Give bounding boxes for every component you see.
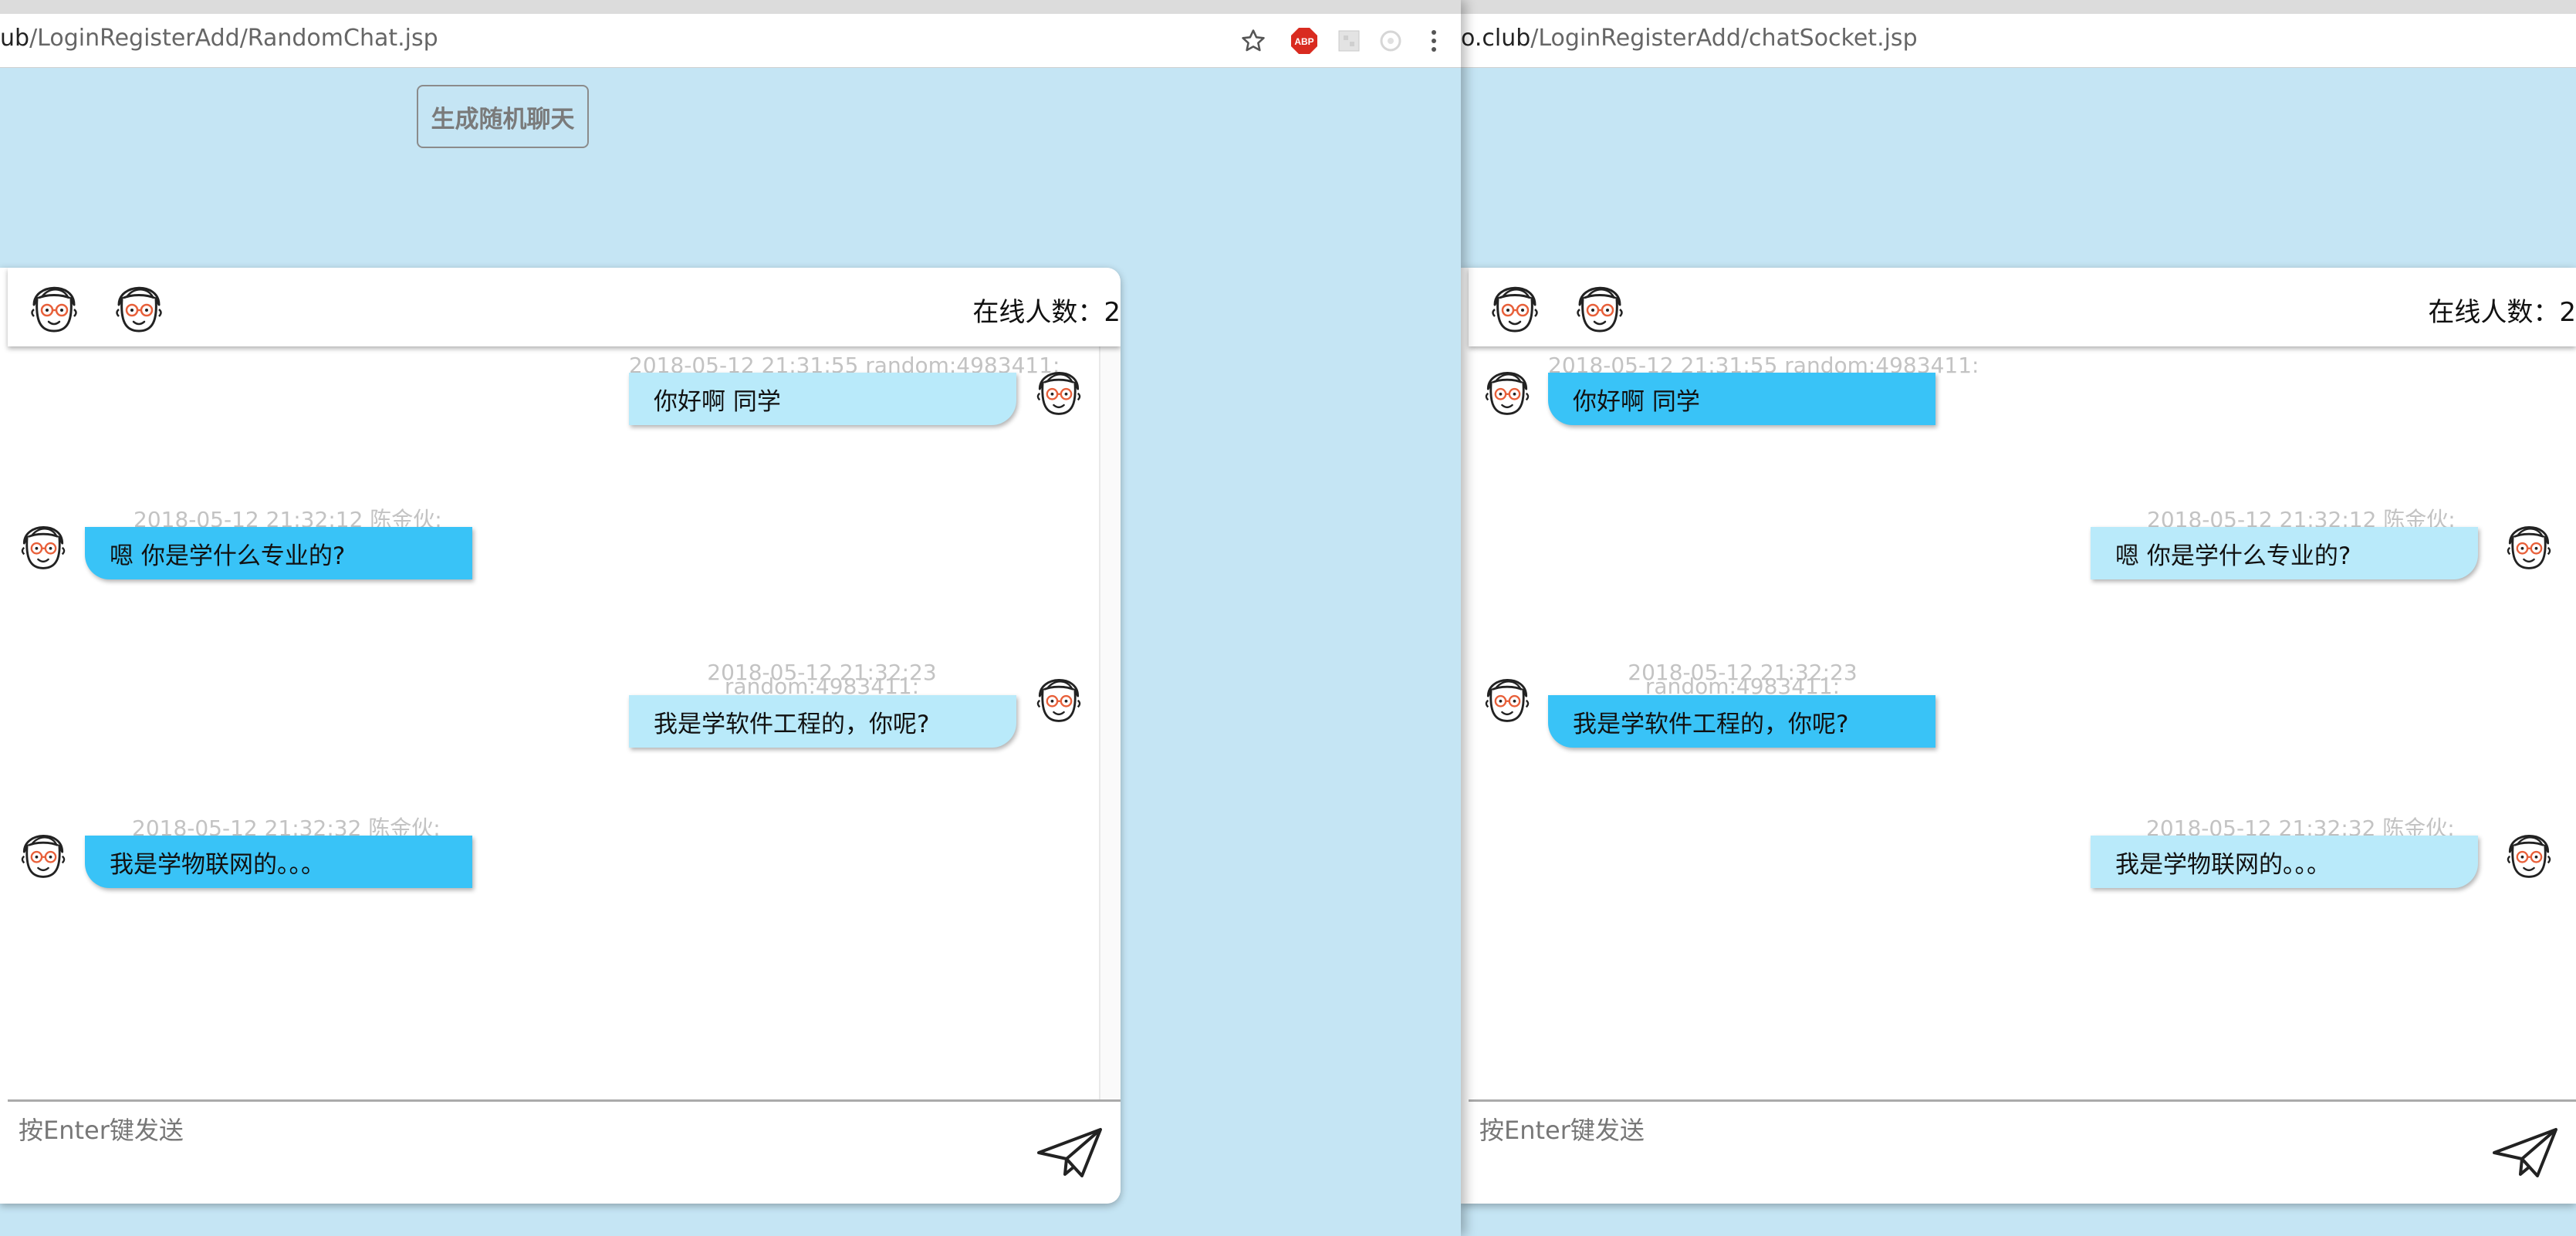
tab-strip — [1461, 0, 2576, 14]
online-count: 在线人数：2 — [972, 297, 1121, 328]
message-meta: 2018-05-12 21:32:32 陈金伙: — [132, 816, 441, 841]
browser-window-random-chat: ub/LoginRegisterAdd/RandomChat.jsp ABP 生… — [0, 0, 1461, 1236]
message-list: 2018-05-12 21:31:55 random:4983411: 你好啊 … — [1469, 346, 2576, 1099]
message-input[interactable] — [19, 1111, 867, 1150]
browser-window-chat-socket: o.club/LoginRegisterAdd/chatSocket.jsp 在… — [1461, 0, 2576, 1236]
message-bubble: 你好啊 同学 — [1548, 373, 1935, 425]
generate-random-chat-button[interactable]: 生成随机聊天 — [417, 85, 589, 148]
message-bubble: 我是学物联网的。。。 — [2091, 836, 2478, 888]
message-bubble: 嗯 你是学什么专业的? — [2091, 527, 2478, 579]
extension-icon-2[interactable] — [1374, 25, 1408, 56]
adblock-icon[interactable]: ABP — [1287, 25, 1321, 56]
avatar-face-icon — [14, 822, 73, 885]
extension-icon[interactable] — [1332, 25, 1366, 56]
message-bubble: 你好啊 同学 — [629, 373, 1016, 425]
avatar-face-icon — [2500, 822, 2558, 885]
star-icon[interactable] — [1236, 25, 1270, 56]
message-bubble: 嗯 你是学什么专业的? — [85, 527, 472, 579]
avatar-face-icon — [14, 513, 73, 576]
message-meta: 2018-05-12 21:32:12 陈金伙: — [2147, 507, 2456, 532]
avatar-face-icon — [1029, 359, 1088, 422]
url-text[interactable]: o.club/LoginRegisterAdd/chatSocket.jsp — [1461, 25, 1918, 52]
send-plane-icon[interactable] — [1036, 1126, 1104, 1180]
address-bar[interactable]: ub/LoginRegisterAdd/RandomChat.jsp ABP — [0, 14, 1461, 68]
message-bubble: 我是学物联网的。。。 — [85, 836, 472, 888]
tab-strip — [0, 0, 1461, 14]
chat-panel: 在线人数：2 2018-05-12 21:31:55 random:498341… — [1461, 268, 2576, 1204]
chat-header: 在线人数：2 — [8, 268, 1121, 346]
scrollbar[interactable] — [1099, 346, 1121, 1099]
input-bar — [1469, 1099, 2576, 1204]
address-bar[interactable]: o.club/LoginRegisterAdd/chatSocket.jsp — [1461, 14, 2576, 68]
message-meta: 2018-05-12 21:32:23 random:4983411: — [1628, 660, 1858, 699]
chat-panel: 在线人数：2 2018-05-12 21:31:55 random:498341… — [0, 268, 1121, 1204]
avatar-face-icon — [1478, 359, 1536, 422]
message-meta: 2018-05-12 21:32:23 random:4983411: — [707, 660, 937, 699]
message-meta: 2018-05-12 21:31:55 random:4983411: — [1548, 353, 1979, 378]
online-count: 在线人数：2 — [2428, 297, 2576, 328]
message-bubble: 我是学软件工程的，你呢? — [629, 695, 1016, 748]
input-bar — [8, 1099, 1121, 1204]
send-plane-icon[interactable] — [2491, 1126, 2559, 1180]
avatar-face-icon — [1569, 275, 1631, 337]
avatar-face-icon — [1484, 275, 1546, 337]
menu-kebab-icon[interactable] — [1418, 25, 1449, 56]
message-list: 2018-05-12 21:31:55 random:4983411: 你好啊 … — [8, 346, 1121, 1099]
chat-header: 在线人数：2 — [1469, 268, 2576, 346]
message-input[interactable] — [1479, 1111, 2328, 1150]
svg-text:ABP: ABP — [1294, 36, 1313, 47]
url-text[interactable]: ub/LoginRegisterAdd/RandomChat.jsp — [0, 25, 438, 52]
avatar-face-icon — [1478, 666, 1536, 729]
avatar-face-icon — [2500, 513, 2558, 576]
message-meta: 2018-05-12 21:32:32 陈金伙: — [2146, 816, 2455, 841]
avatar-face-icon — [23, 275, 85, 337]
message-meta: 2018-05-12 21:32:12 陈金伙: — [134, 507, 442, 532]
message-meta: 2018-05-12 21:31:55 random:4983411: — [629, 353, 1060, 378]
message-bubble: 我是学软件工程的，你呢? — [1548, 695, 1935, 748]
avatar-face-icon — [1029, 666, 1088, 729]
avatar-face-icon — [108, 275, 170, 337]
